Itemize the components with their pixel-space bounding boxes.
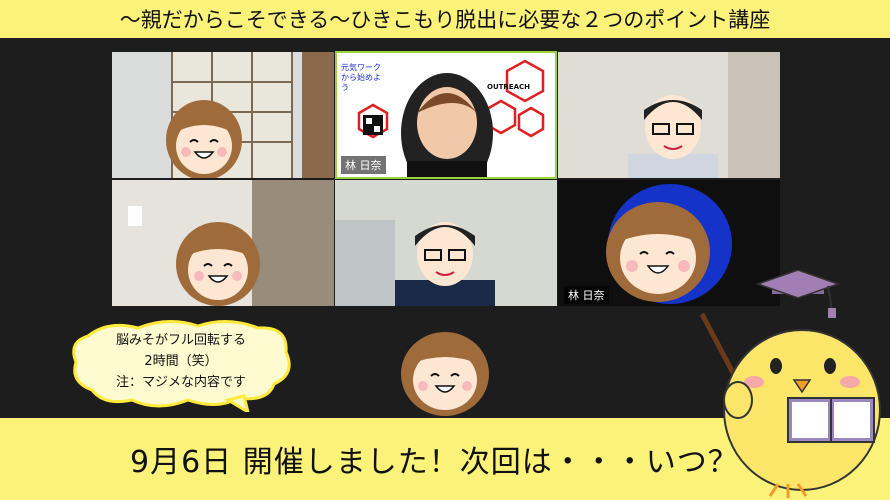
top-banner: ～親だからこそできる～ひきこもり脱出に必要な２つのポイント講座 — [0, 0, 890, 38]
chick-teacher-icon — [699, 270, 881, 498]
man-avatar-icon — [335, 180, 557, 306]
bubble-line-1: 脳みそがフル回転する — [115, 333, 246, 348]
face-avatar-icon — [176, 222, 260, 306]
video-tile-4[interactable] — [112, 180, 334, 306]
participant-name-partial: 林 日奈 — [564, 286, 609, 304]
sign-text-left: 元気ワークから始めよう — [341, 63, 381, 92]
video-tile-1[interactable] — [112, 52, 334, 178]
speech-bubble: 脳みそがフル回転する 2時間（笑） 注：マジメな内容です — [68, 316, 294, 412]
bubble-line-2: 2時間（笑） — [144, 354, 218, 369]
video-tile-host[interactable]: 元気ワークから始めよう OUTREACH 林 日奈 — [335, 51, 557, 179]
sign-text-right: OUTREACH — [487, 83, 530, 91]
bubble-text: 脳みそがフル回転する 2時間（笑） 注：マジメな内容です — [68, 330, 294, 393]
face-avatar-icon — [166, 100, 242, 178]
banner-title: ～親だからこそできる～ひきこもり脱出に必要な２つのポイント講座 — [119, 8, 771, 32]
face-avatar-icon — [401, 332, 489, 416]
video-tile-7[interactable] — [335, 308, 557, 418]
participant-name-host: 林 日奈 — [341, 156, 386, 174]
video-tile-3[interactable] — [558, 52, 780, 178]
man-avatar-icon — [558, 52, 780, 178]
video-tile-5[interactable] — [335, 180, 557, 306]
announcement-text: 9月6日 開催しました！次回は・・・いつ？ — [130, 445, 739, 480]
bubble-line-3: 注：マジメな内容です — [115, 375, 246, 390]
